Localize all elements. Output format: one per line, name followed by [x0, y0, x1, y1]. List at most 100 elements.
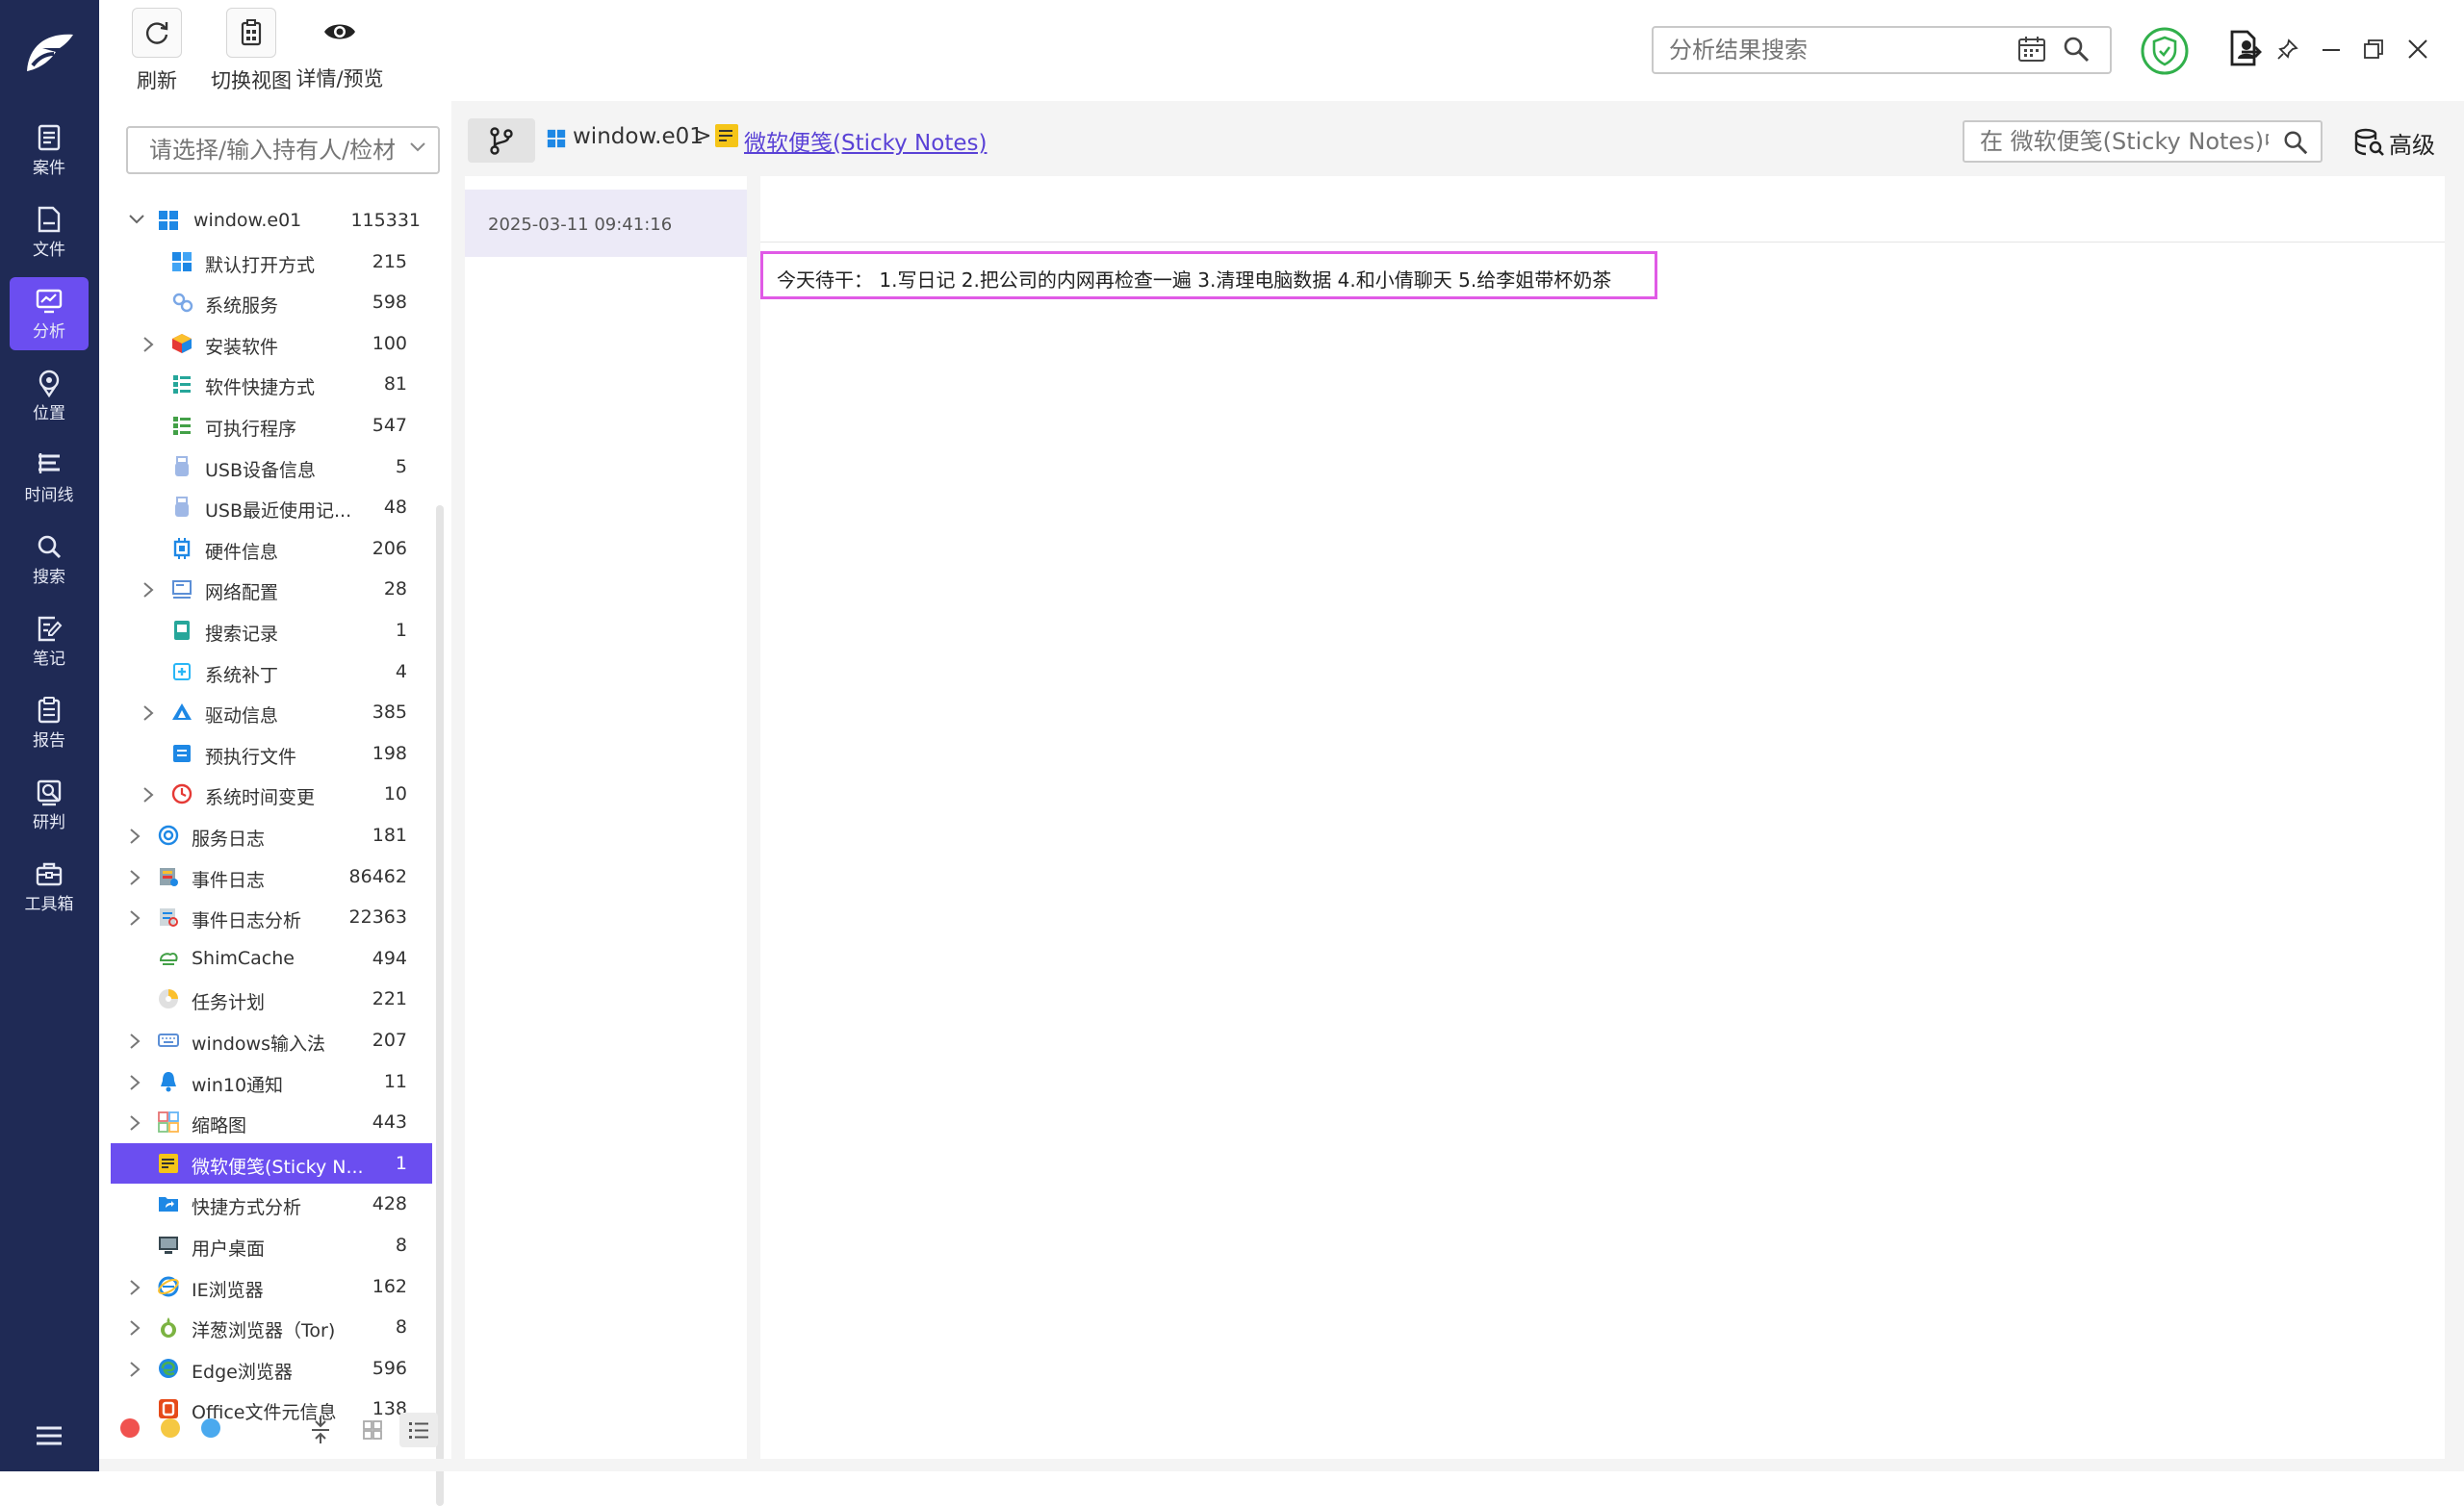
- grid-view-icon[interactable]: [353, 1413, 392, 1447]
- rail-item-report[interactable]: 报告: [10, 686, 89, 759]
- chevron-right-icon[interactable]: [128, 869, 141, 886]
- pin-icon[interactable]: [2277, 38, 2298, 60]
- tree-item-tor[interactable]: 洋葱浏览器（Tor) 8: [111, 1307, 432, 1347]
- breadcrumb-root[interactable]: window.e01: [573, 124, 704, 149]
- rail-item-toolbox[interactable]: 工具箱: [10, 850, 89, 923]
- tree-item-software-shortcut[interactable]: 软件快捷方式 81: [111, 364, 432, 404]
- rail-item-location[interactable]: 位置: [10, 359, 89, 432]
- switch-view-icon: [226, 8, 276, 58]
- tree-item-usb[interactable]: USB设备信息 5: [111, 447, 432, 487]
- chevron-right-icon[interactable]: [128, 1114, 141, 1132]
- tree-item-usb-recent[interactable]: USB最近使用记... 48: [111, 487, 432, 527]
- hardware-icon: [173, 537, 191, 559]
- chevron-right-icon[interactable]: [141, 786, 155, 804]
- tree-item-event-log[interactable]: 事件日志 86462: [111, 856, 432, 897]
- tree-item-network[interactable]: 网络配置 28: [111, 569, 432, 609]
- restore-icon[interactable]: [2363, 38, 2384, 60]
- tree-item-edge[interactable]: Edge浏览器 596: [111, 1348, 432, 1389]
- red-status-dot[interactable]: [120, 1418, 140, 1438]
- chevron-right-icon[interactable]: [141, 704, 155, 722]
- tree-item-installed-software[interactable]: 安装软件 100: [111, 323, 432, 364]
- menu-hamburger-icon[interactable]: [35, 1424, 64, 1447]
- calendar-icon[interactable]: [2017, 36, 2046, 63]
- tree-item-count: 215: [372, 250, 407, 272]
- yellow-status-dot[interactable]: [161, 1418, 180, 1438]
- chevron-right-icon[interactable]: [141, 336, 155, 353]
- tree-item-service-log[interactable]: 服务日志 181: [111, 815, 432, 855]
- tree-item-search-record[interactable]: 搜索记录 1: [111, 610, 432, 651]
- tree-item-hardware[interactable]: 硬件信息 206: [111, 528, 432, 569]
- search-icon[interactable]: [2062, 35, 2091, 64]
- tree-item-shimcache[interactable]: ShimCache 494: [111, 938, 432, 979]
- chevron-right-icon[interactable]: [128, 828, 141, 845]
- user-icon[interactable]: [2236, 38, 2257, 60]
- chevron-down-icon[interactable]: [128, 213, 145, 226]
- chevron-right-icon[interactable]: [128, 1279, 141, 1296]
- tree-item-executable[interactable]: 可执行程序 547: [111, 405, 432, 446]
- refresh-icon: [132, 8, 182, 58]
- tree-item-desktop[interactable]: 用户桌面 8: [111, 1225, 432, 1265]
- content-header: window.e01 > 微软便笺(Sticky Notes) 高级: [465, 101, 2464, 176]
- tree-item-notification[interactable]: win10通知 11: [111, 1061, 432, 1102]
- usb-icon: [175, 455, 189, 476]
- shimcache-icon: [159, 952, 178, 965]
- chevron-right-icon[interactable]: [141, 581, 155, 599]
- sticky-note-content[interactable]: 今天待干： 1.写日记 2.把公司的内网再检查一遍 3.清理电脑数据 4.和小倩…: [760, 251, 1657, 299]
- tree-item-count: 428: [372, 1193, 407, 1215]
- tree-scrollbar[interactable]: [436, 505, 444, 1506]
- refresh-button[interactable]: 刷新: [126, 8, 188, 99]
- minimize-icon[interactable]: [2321, 38, 2342, 60]
- tree-item-system-service[interactable]: 系统服务 598: [111, 282, 432, 322]
- content-search-input[interactable]: [1978, 125, 2271, 158]
- tree-item-count: 596: [372, 1357, 407, 1379]
- notification-icon: [161, 1071, 176, 1092]
- search-icon[interactable]: [2282, 129, 2309, 156]
- tree-item-patch[interactable]: 系统补丁 4: [111, 651, 432, 692]
- tree-item-default-open[interactable]: 默认打开方式 215: [111, 242, 432, 282]
- tree-item-thumbnail[interactable]: 缩略图 443: [111, 1102, 432, 1142]
- panel-gutter: [451, 101, 465, 1471]
- tree-item-shortcut-analysis[interactable]: 快捷方式分析 428: [111, 1184, 432, 1224]
- rail-item-analysis[interactable]: 分析: [10, 277, 89, 350]
- chevron-right-icon[interactable]: [128, 909, 141, 927]
- detail-pane: 今天待干： 1.写日记 2.把公司的内网再检查一遍 3.清理电脑数据 4.和小倩…: [760, 176, 2445, 1459]
- rail-item-note[interactable]: 笔记: [10, 604, 89, 677]
- file-icon: [38, 206, 61, 233]
- tree-item-driver[interactable]: 驱动信息 385: [111, 692, 432, 732]
- chevron-right-icon[interactable]: [128, 1074, 141, 1091]
- tree-root-window-e01[interactable]: window.e01 115331: [111, 200, 432, 241]
- rail-item-search[interactable]: 搜索: [10, 523, 89, 596]
- tree-item-ime[interactable]: windows输入法 207: [111, 1020, 432, 1060]
- rail-item-file[interactable]: 文件: [10, 195, 89, 268]
- blue-status-dot[interactable]: [201, 1418, 220, 1438]
- tree-item-ie[interactable]: IE浏览器 162: [111, 1266, 432, 1307]
- prefetch-icon: [173, 744, 191, 762]
- tree-item-event-analysis[interactable]: 事件日志分析 22363: [111, 897, 432, 937]
- chevron-right-icon[interactable]: [128, 1033, 141, 1050]
- tree-item-sticky-notes[interactable]: 微软便笺(Sticky N... 1: [111, 1142, 432, 1184]
- breadcrumb-current[interactable]: 微软便笺(Sticky Notes): [744, 124, 987, 157]
- list-item[interactable]: 2025-03-11 09:41:16: [465, 190, 747, 257]
- rail-item-judge[interactable]: 研判: [10, 768, 89, 841]
- collapse-all-icon[interactable]: [301, 1413, 340, 1447]
- switch-view-button[interactable]: 切换视图: [203, 8, 299, 99]
- installed-software-icon: [172, 333, 192, 353]
- tree-item-task-schedule[interactable]: 任务计划 221: [111, 979, 432, 1019]
- shield-check-icon[interactable]: [2140, 26, 2190, 76]
- rail-item-case[interactable]: 案件: [10, 114, 89, 187]
- tree-item-count: 100: [372, 332, 407, 354]
- branch-button[interactable]: [468, 118, 535, 163]
- owner-select[interactable]: [126, 126, 440, 174]
- owner-input[interactable]: [147, 134, 397, 166]
- tree-item-prefetch[interactable]: 预执行文件 198: [111, 733, 432, 774]
- detail-preview-button[interactable]: 详情/预览: [292, 8, 388, 99]
- chevron-right-icon[interactable]: [128, 1361, 141, 1378]
- chevron-right-icon[interactable]: [128, 1319, 141, 1337]
- pane-divider[interactable]: [747, 176, 760, 1459]
- tree-item-time-change[interactable]: 系统时间变更 10: [111, 774, 432, 814]
- list-view-icon[interactable]: [399, 1413, 438, 1447]
- analysis-search-input[interactable]: [1667, 34, 1998, 66]
- close-icon[interactable]: [2407, 38, 2428, 60]
- rail-item-timeline[interactable]: 时间线: [10, 441, 89, 514]
- sticky-notes-icon: [715, 124, 738, 147]
